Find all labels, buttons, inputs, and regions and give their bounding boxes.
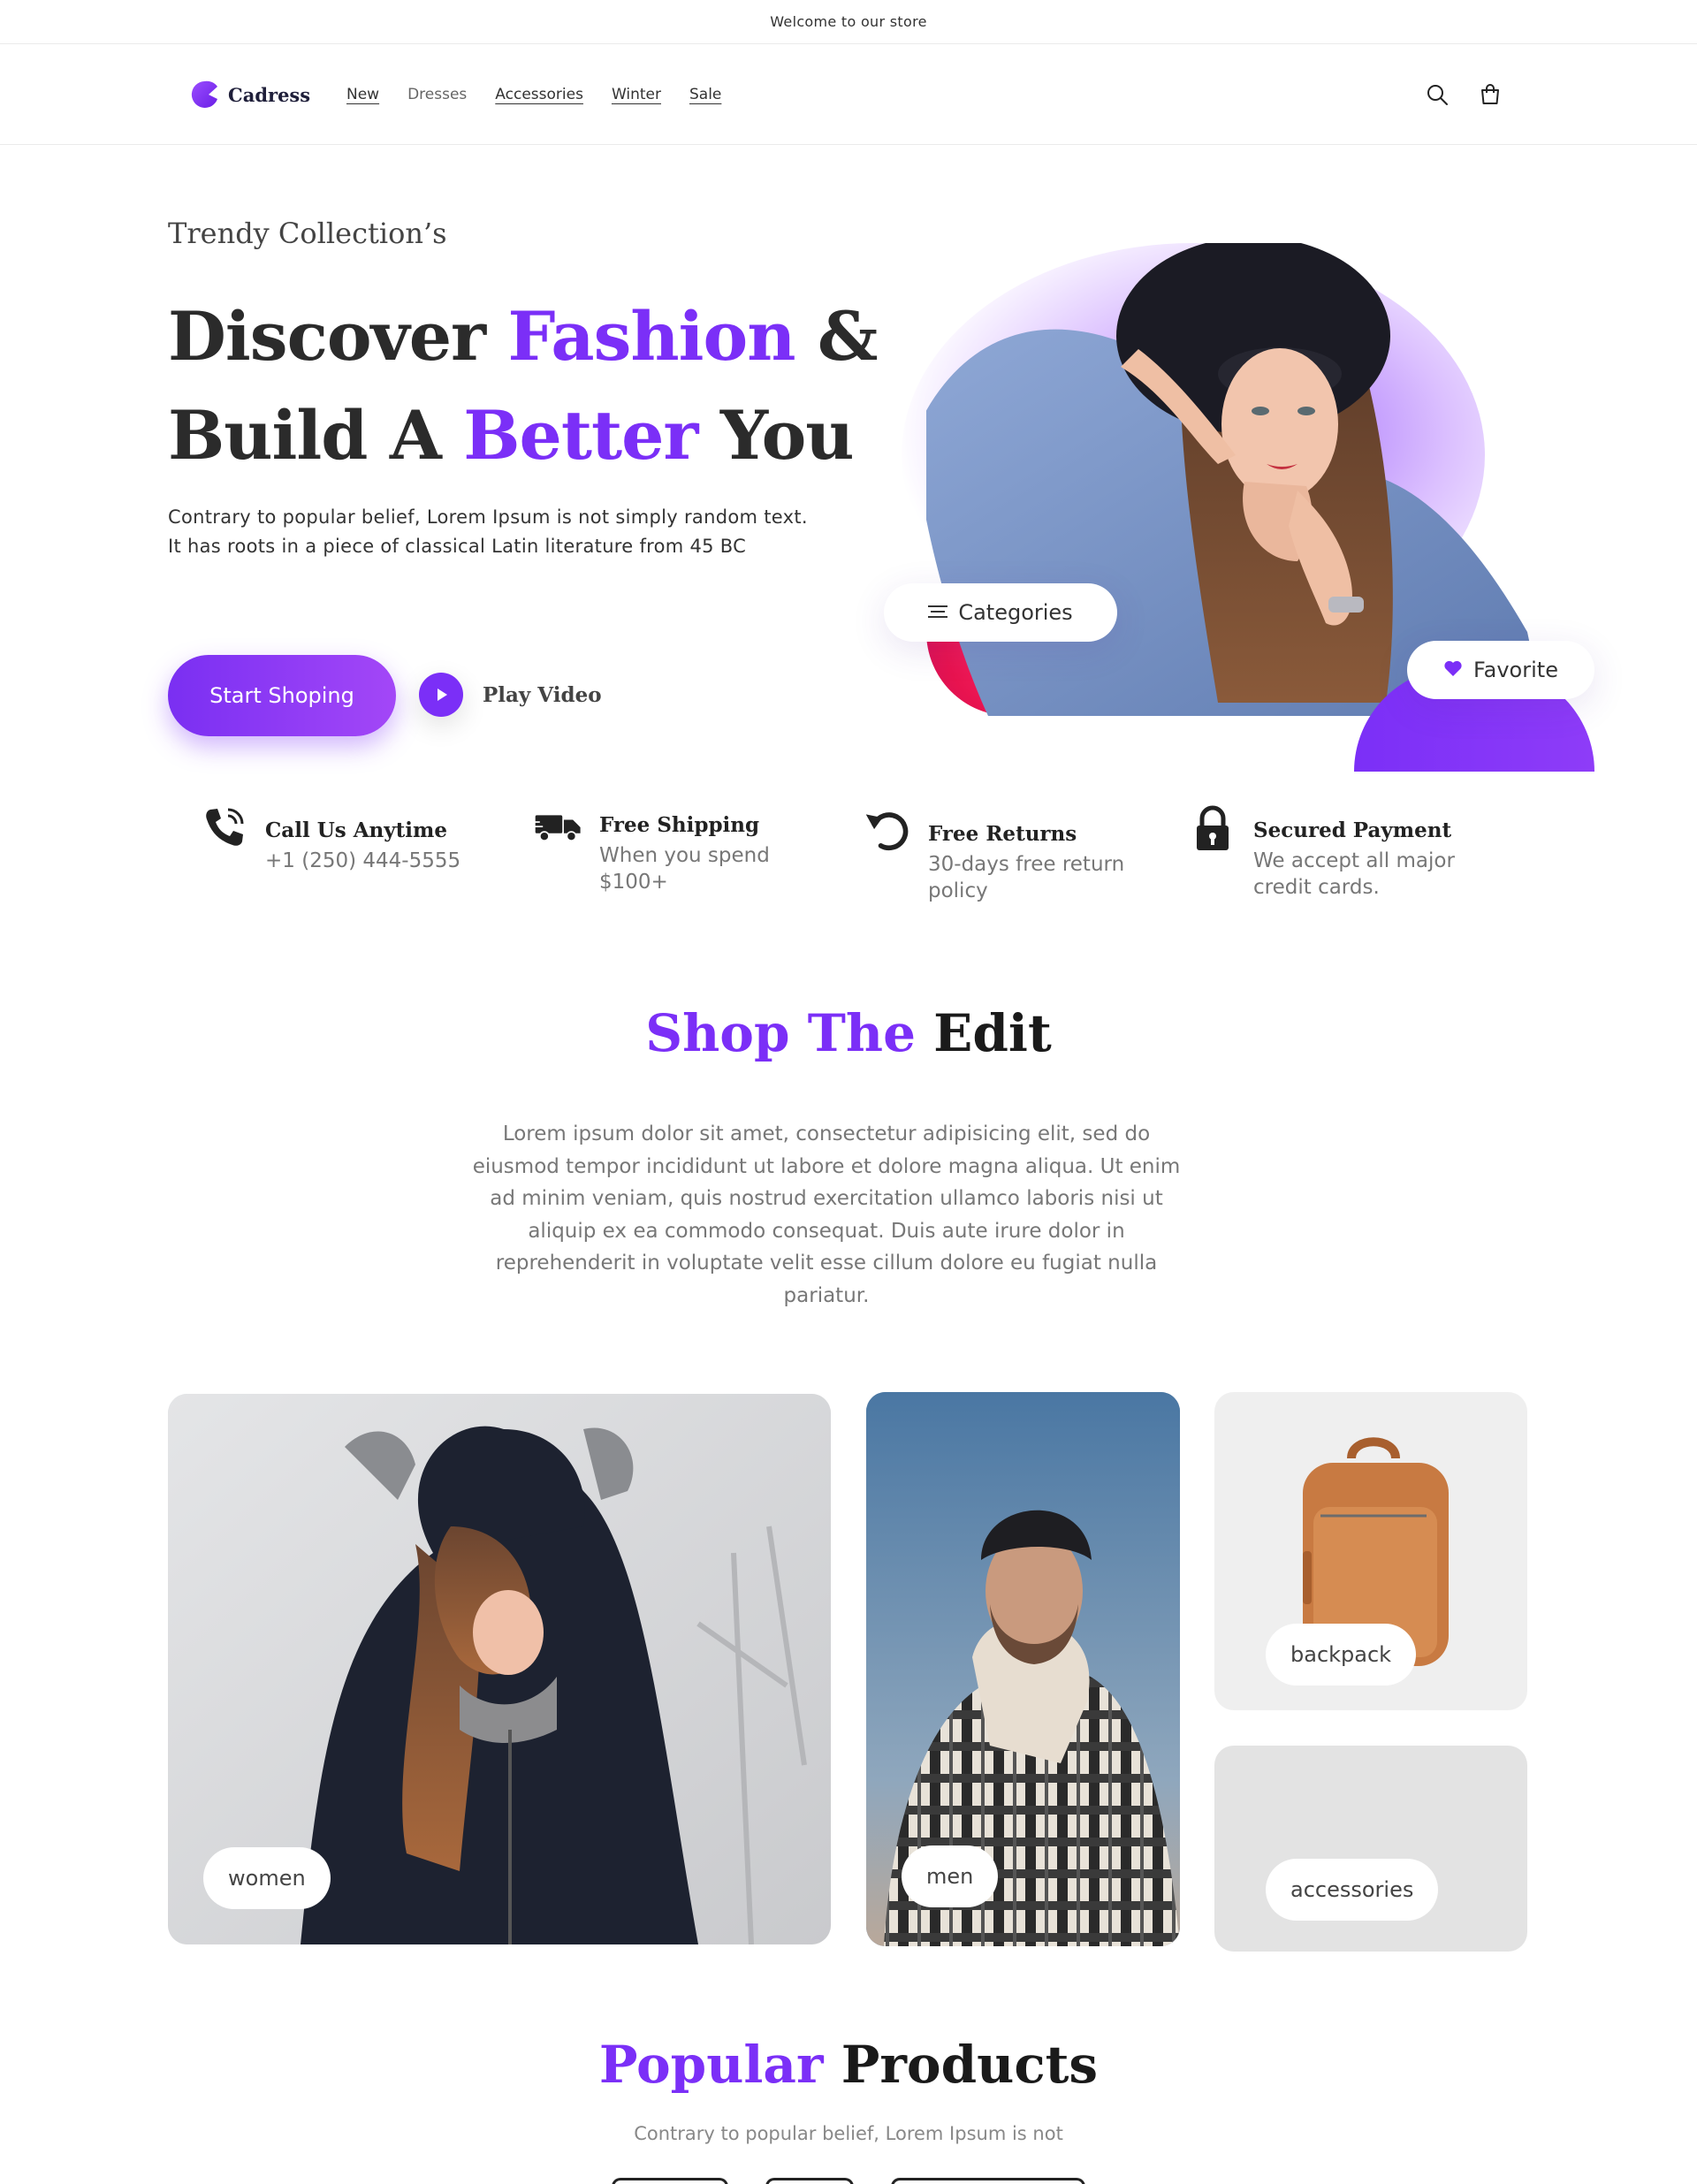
announcement-bar: Welcome to our store [0,0,1697,44]
cart-icon[interactable] [1476,80,1504,109]
categories-label: Categories [958,600,1073,625]
return-icon [863,804,912,854]
feature-payment: Secured Payment We accept all major cred… [1188,804,1474,901]
feature-returns: Free Returns 30-days free return policy [863,804,1149,904]
hero-eyebrow: Trendy Collection’s [168,217,447,250]
menu-icon [928,600,948,625]
feature-shipping: Free Shipping When you spend $100+ [534,804,794,895]
heart-icon [1443,658,1463,682]
truck-icon [534,804,583,854]
filter-tab[interactable] [612,2178,728,2184]
category-tile-accessories[interactable]: accessories [1214,1746,1527,1952]
favorite-pill[interactable]: Favorite [1407,641,1594,699]
favorite-label: Favorite [1473,658,1558,682]
header-actions [1423,44,1504,145]
nav-item-accessories[interactable]: Accessories [495,86,583,103]
tile-label-women[interactable]: women [203,1847,331,1909]
feature-title: Call Us Anytime [265,818,447,842]
tile-label-accessories[interactable]: accessories [1266,1859,1439,1921]
lock-icon [1188,804,1237,854]
brand-logo[interactable]: Cadress [189,80,310,110]
feature-description: We accept all major credit cards. [1253,849,1455,899]
filter-tab[interactable] [765,2178,854,2184]
hero-headline: Discover Fashion & Build A Better You [168,287,879,485]
feature-shipping-text: Free Shipping When you spend $100+ [599,804,794,895]
brand-name: Cadress [228,83,311,106]
tile-label-men[interactable]: men [902,1845,999,1907]
headline-line1: Discover Fashion & [168,297,879,376]
feature-description: +1 (250) 444-5555 [265,849,461,872]
feature-description: When you spend $100+ [599,844,770,894]
popular-products-subtitle: Contrary to popular belief, Lorem Ipsum … [634,2123,1063,2144]
nav-item-new[interactable]: New [346,86,379,103]
category-tile-women[interactable]: women [168,1394,831,1944]
nav-item-winter[interactable]: Winter [612,86,661,103]
hero-description: Contrary to popular belief, Lorem Ipsum … [168,506,808,557]
play-video-label: Play Video [483,682,602,707]
category-tile-men[interactable]: men [866,1392,1180,1946]
site-header: Cadress New Dresses Accessories Winter S… [0,44,1697,145]
shop-edit-description: Lorem ipsum dolor sit amet, consectetur … [472,1122,1181,1307]
feature-returns-text: Free Returns 30-days free return policy [928,804,1149,904]
filter-tab[interactable] [891,2178,1085,2184]
features-row: Call Us Anytime +1 (250) 444-5555 Free S… [0,804,1697,928]
feature-payment-text: Secured Payment We accept all major cred… [1253,804,1474,901]
feature-description: 30-days free return policy [928,853,1125,902]
tile-label-backpack[interactable]: backpack [1266,1624,1417,1686]
phone-icon [200,804,249,854]
headline-line2: Build A Better You [168,396,855,475]
feature-title: Free Returns [928,822,1077,846]
play-video-button[interactable]: Play Video [419,673,602,717]
search-icon[interactable] [1423,80,1451,109]
shop-edit-title: Shop The Edit [645,1003,1052,1063]
popular-products-title: Popular Products [598,2035,1099,2095]
logo-mark-icon [189,80,219,110]
categories-pill[interactable]: Categories [884,583,1117,642]
play-icon [419,673,463,717]
feature-title: Secured Payment [1253,818,1452,842]
hero-section: Trendy Collection’s Discover Fashion & B… [0,146,1697,782]
category-tile-backpack[interactable]: backpack [1214,1392,1527,1710]
start-shopping-button[interactable]: Start Shoping [168,655,396,736]
main-nav: New Dresses Accessories Winter Sale [346,44,721,145]
hero-artwork: Categories Favorite [866,243,1600,773]
feature-call: Call Us Anytime +1 (250) 444-5555 [200,804,460,874]
nav-item-sale[interactable]: Sale [689,86,721,103]
nav-item-dresses[interactable]: Dresses [407,86,467,103]
announcement-text: Welcome to our store [770,13,927,30]
feature-title: Free Shipping [599,813,760,837]
feature-call-text: Call Us Anytime +1 (250) 444-5555 [265,804,460,874]
